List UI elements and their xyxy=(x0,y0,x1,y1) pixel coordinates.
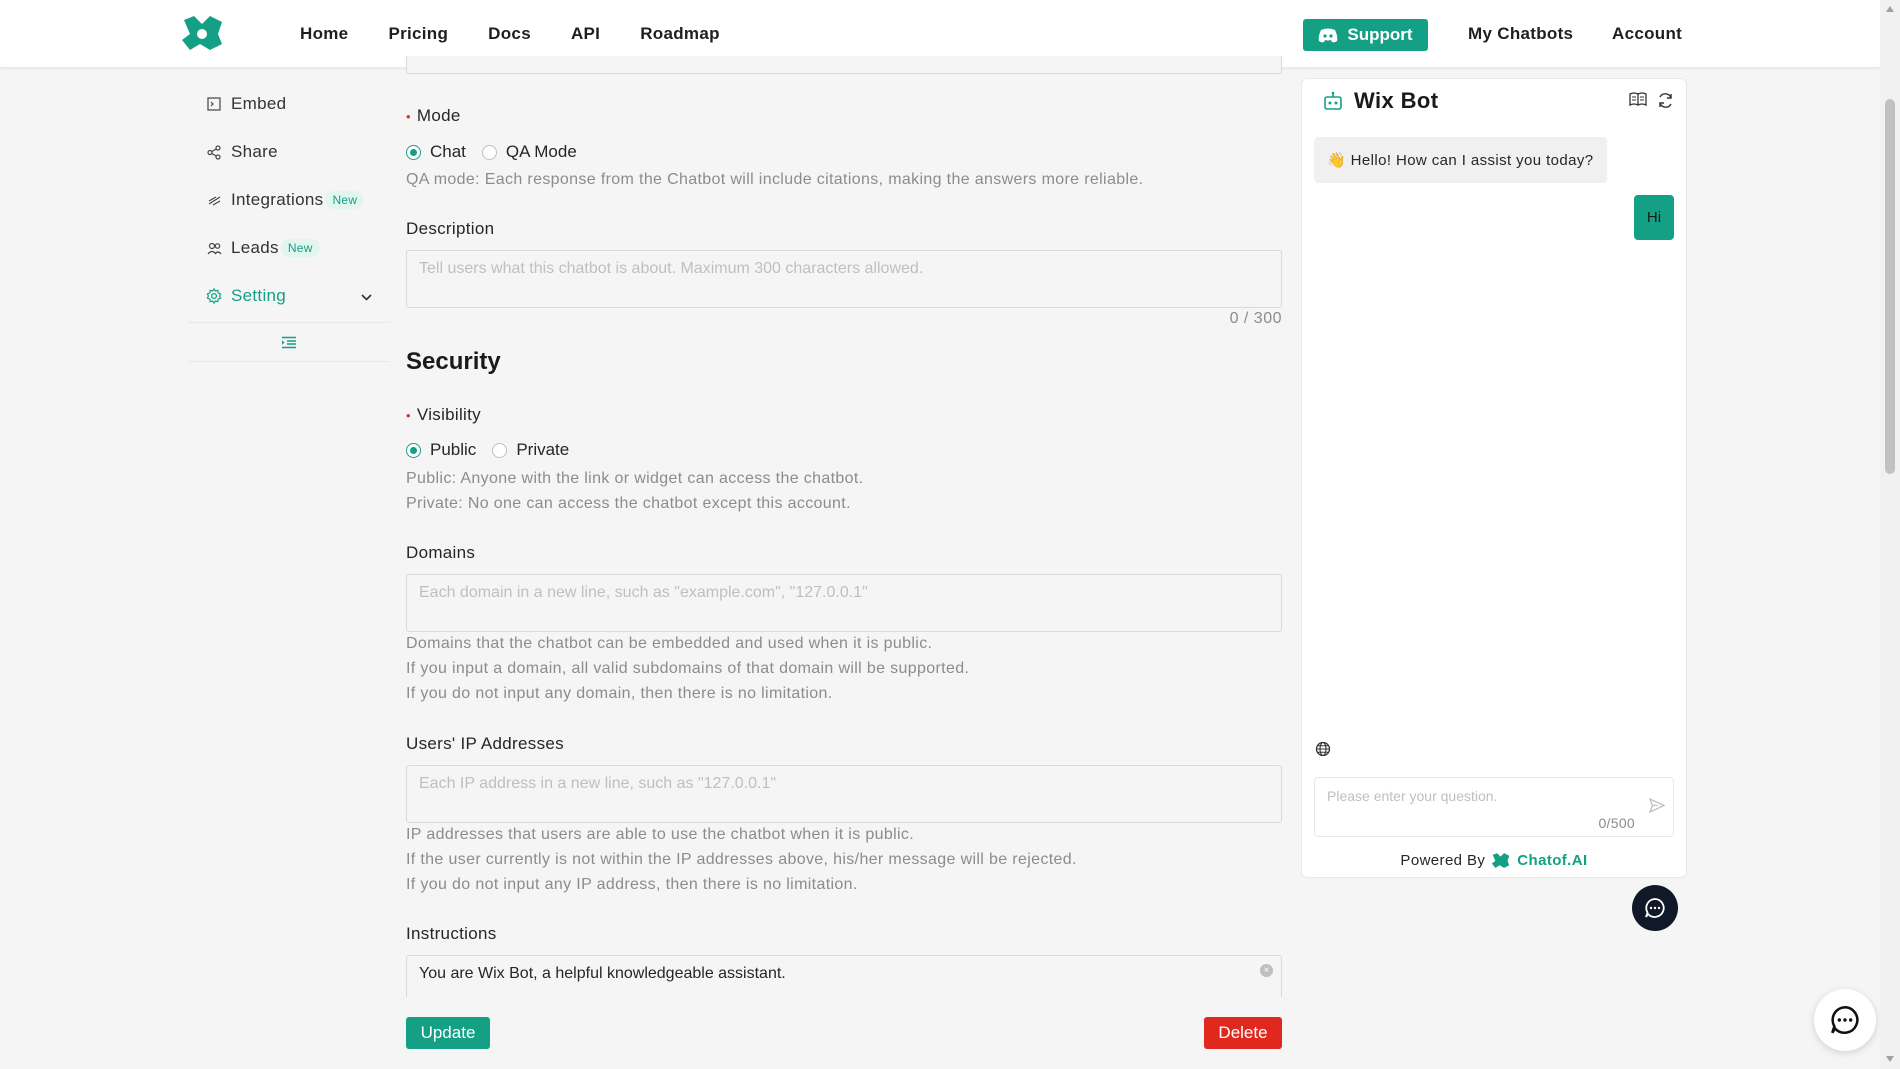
delete-button[interactable]: Delete xyxy=(1204,1017,1282,1049)
domains-help-text: Domains that the chatbot can be embedded… xyxy=(406,635,970,702)
radio-public[interactable] xyxy=(406,442,421,458)
visibility-option-private[interactable]: Private xyxy=(492,440,569,460)
chatbot-preview-panel: Wix Bot 👋 Hello! How can I assist you to… xyxy=(1301,78,1687,878)
ip-addresses-input[interactable]: Each IP address in a new line, such as "… xyxy=(406,765,1282,823)
user-message: Hi xyxy=(1634,195,1674,240)
description-input[interactable]: Tell users what this chatbot is about. M… xyxy=(406,250,1282,308)
nav-home[interactable]: Home xyxy=(300,24,348,44)
sidebar-item-embed[interactable]: Embed xyxy=(188,80,390,128)
robot-icon xyxy=(1324,91,1342,110)
description-label: Description xyxy=(406,219,495,238)
mode-help-text: QA mode: Each response from the Chatbot … xyxy=(406,171,1144,188)
collapse-menu-icon xyxy=(282,336,296,348)
update-button[interactable]: Update xyxy=(406,1017,490,1049)
sidebar-item-label: Integrations xyxy=(231,190,324,209)
refresh-icon[interactable] xyxy=(1657,92,1674,109)
sidebar-item-label: Setting xyxy=(231,286,287,305)
clear-icon[interactable]: × xyxy=(1260,964,1273,977)
security-section-title: Security xyxy=(406,348,501,375)
instructions-input[interactable]: You are Wix Bot, a helpful knowledgeable… xyxy=(406,955,1282,997)
embed-icon xyxy=(206,96,222,112)
nav-docs[interactable]: Docs xyxy=(488,24,531,44)
previous-input-field[interactable] xyxy=(406,56,1282,74)
radio-private[interactable] xyxy=(492,442,508,458)
description-char-count: 0 / 300 xyxy=(1229,310,1282,327)
visibility-label: • Visibility xyxy=(406,405,481,424)
sidebar-item-label: Embed xyxy=(231,94,287,113)
share-icon xyxy=(206,144,222,160)
account-link[interactable]: Account xyxy=(1612,24,1682,44)
sidebar-item-label: Leads xyxy=(231,238,279,257)
scroll-up-arrow[interactable] xyxy=(1886,6,1894,12)
leads-icon xyxy=(206,240,222,256)
chat-bubble-icon xyxy=(1831,1005,1859,1034)
visibility-radio-group: Public Private xyxy=(406,440,585,460)
mode-radio-group: Chat QA Mode xyxy=(406,142,593,162)
page-scrollbar[interactable] xyxy=(1880,0,1900,1069)
chatof-logo-icon[interactable] xyxy=(180,14,226,52)
domains-label: Domains xyxy=(406,543,476,562)
nav-roadmap[interactable]: Roadmap xyxy=(640,24,720,44)
nav-pricing[interactable]: Pricing xyxy=(388,24,448,44)
visibility-option-public[interactable]: Public xyxy=(406,440,476,460)
support-button[interactable]: Support xyxy=(1303,19,1428,51)
required-marker: • xyxy=(406,109,411,124)
domains-input[interactable]: Each domain in a new line, such as "exam… xyxy=(406,574,1282,632)
powered-by: Powered By Chatof.AI xyxy=(1400,852,1588,869)
mode-option-qa[interactable]: QA Mode xyxy=(481,142,577,162)
send-icon[interactable] xyxy=(1648,797,1666,816)
chatof-logo-icon xyxy=(1492,853,1510,868)
chat-bubble-toggle[interactable] xyxy=(1632,885,1678,931)
sidebar-item-integrations[interactable]: Integrations New xyxy=(188,176,390,224)
support-chat-launcher[interactable] xyxy=(1814,989,1876,1051)
ip-addresses-label: Users' IP Addresses xyxy=(406,734,564,753)
visibility-help-text: Public: Anyone with the link or widget c… xyxy=(406,470,864,512)
new-badge: New xyxy=(280,239,320,257)
book-icon[interactable] xyxy=(1629,92,1647,107)
globe-icon[interactable] xyxy=(1315,741,1331,757)
instructions-label: Instructions xyxy=(406,924,497,943)
sidebar-item-share[interactable]: Share xyxy=(188,128,390,176)
ip-addresses-help-text: IP addresses that users are able to use … xyxy=(406,826,1077,893)
scroll-down-arrow[interactable] xyxy=(1886,1056,1894,1062)
support-label: Support xyxy=(1347,25,1413,44)
radio-chat[interactable] xyxy=(406,144,421,160)
required-marker: • xyxy=(406,408,411,423)
mode-option-chat[interactable]: Chat xyxy=(406,142,466,162)
gear-icon xyxy=(206,288,222,304)
sidebar-collapse-button[interactable] xyxy=(188,322,390,362)
chat-tools xyxy=(1629,92,1674,109)
sidebar-item-leads[interactable]: Leads New xyxy=(188,224,390,272)
chat-char-count: 0/500 xyxy=(1598,815,1635,831)
nav-api[interactable]: API xyxy=(571,24,600,44)
integrations-icon xyxy=(206,192,222,208)
chevron-down-icon xyxy=(361,286,372,306)
scrollbar-thumb[interactable] xyxy=(1885,99,1895,474)
radio-qa-mode[interactable] xyxy=(481,144,497,160)
brand-link[interactable]: Chatof.AI xyxy=(1517,852,1587,869)
settings-sidebar: Embed Share Integrations New Leads New S… xyxy=(188,80,390,362)
chat-bubble-icon xyxy=(1645,898,1665,918)
sidebar-item-setting[interactable]: Setting xyxy=(188,272,390,320)
my-chatbots-link[interactable]: My Chatbots xyxy=(1468,24,1573,44)
sidebar-item-label: Share xyxy=(231,142,278,161)
chat-question-input[interactable]: Please enter your question. 0/500 xyxy=(1314,777,1674,837)
new-badge: New xyxy=(325,191,365,209)
mode-label: • Mode xyxy=(406,106,461,125)
discord-icon xyxy=(1319,28,1338,42)
bot-message: 👋 Hello! How can I assist you today? xyxy=(1314,137,1607,183)
chat-title: Wix Bot xyxy=(1354,88,1439,113)
